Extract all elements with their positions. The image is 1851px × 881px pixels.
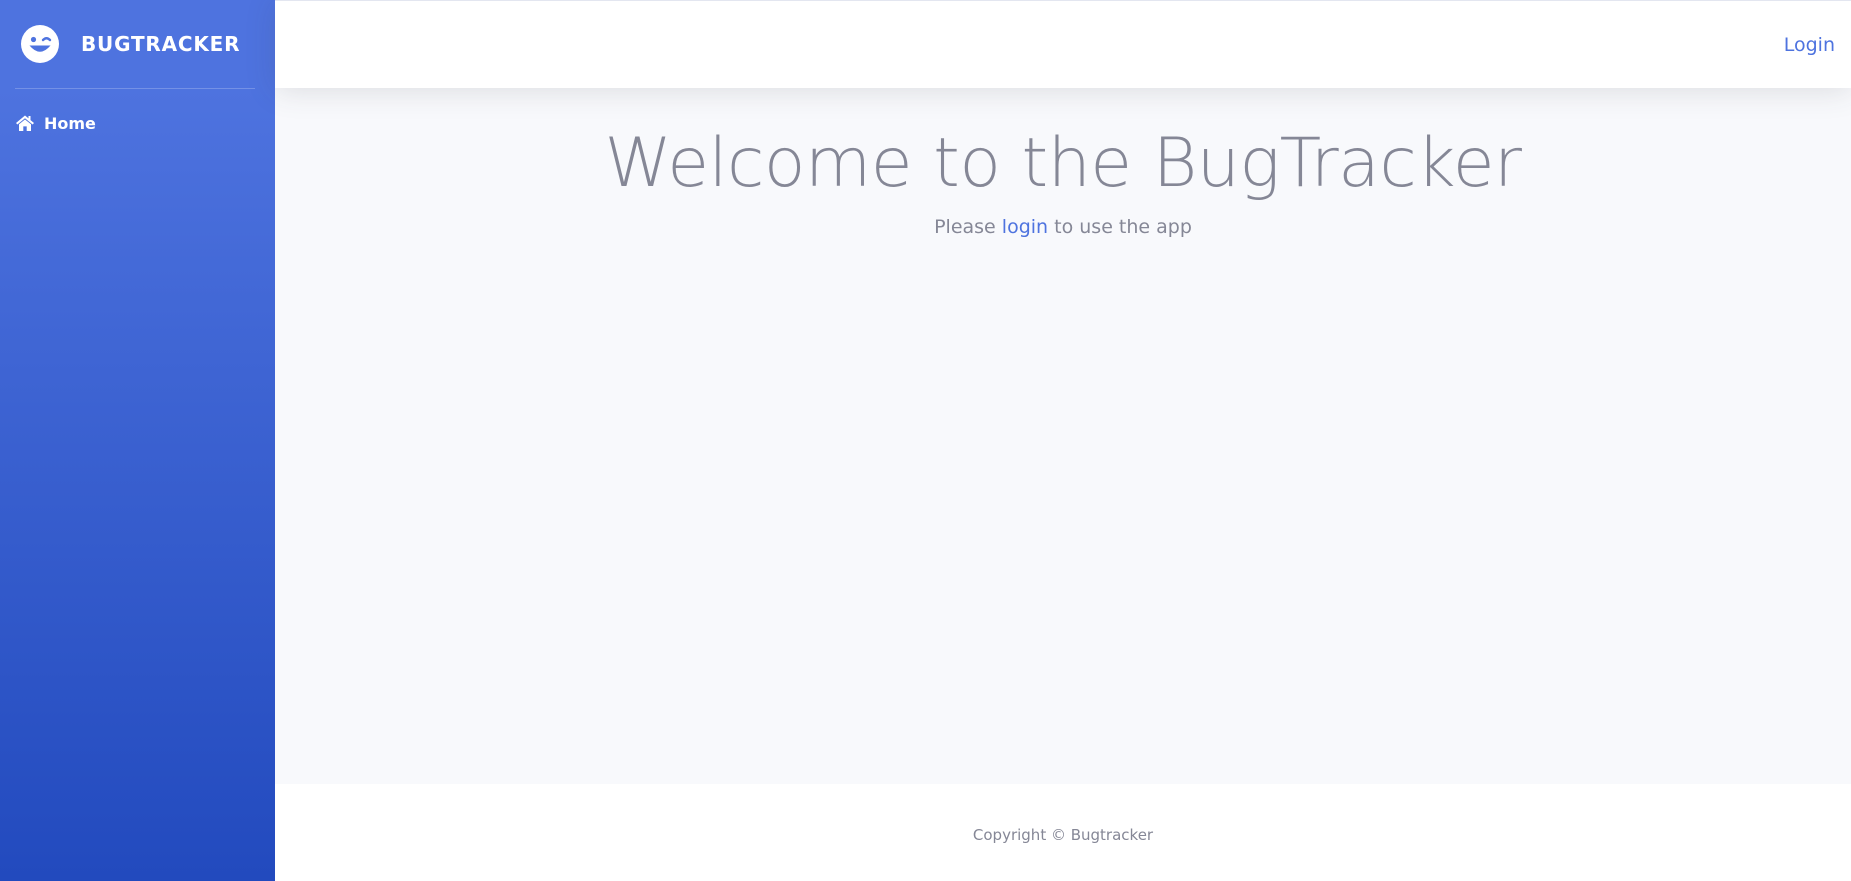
main-content: Welcome to the BugTracker Please login t…: [275, 88, 1851, 784]
grin-wink-icon: [21, 25, 59, 63]
sidebar: BUGTRACKER Home: [0, 0, 275, 881]
brand-name: BUGTRACKER: [81, 32, 241, 56]
topbar-login-link[interactable]: Login: [1784, 34, 1835, 56]
login-prompt: Please login to use the app: [934, 216, 1192, 238]
sidebar-item-home[interactable]: Home: [0, 89, 275, 161]
topbar: Login: [275, 0, 1851, 88]
login-prompt-after: to use the app: [1048, 216, 1192, 238]
login-prompt-before: Please: [934, 216, 1002, 238]
sidebar-brand[interactable]: BUGTRACKER: [0, 0, 275, 88]
content-wrapper: Login Welcome to the BugTracker Please l…: [275, 0, 1851, 881]
home-icon: [16, 115, 34, 131]
copyright-text: Copyright © Bugtracker: [972, 825, 1154, 844]
app-root: BUGTRACKER Home Login Welcome to the Bug…: [0, 0, 1851, 881]
page-title: Welcome to the BugTracker: [604, 124, 1523, 203]
sidebar-item-label: Home: [44, 113, 96, 133]
footer: Copyright © Bugtracker: [275, 784, 1851, 881]
login-link[interactable]: login: [1002, 216, 1048, 238]
